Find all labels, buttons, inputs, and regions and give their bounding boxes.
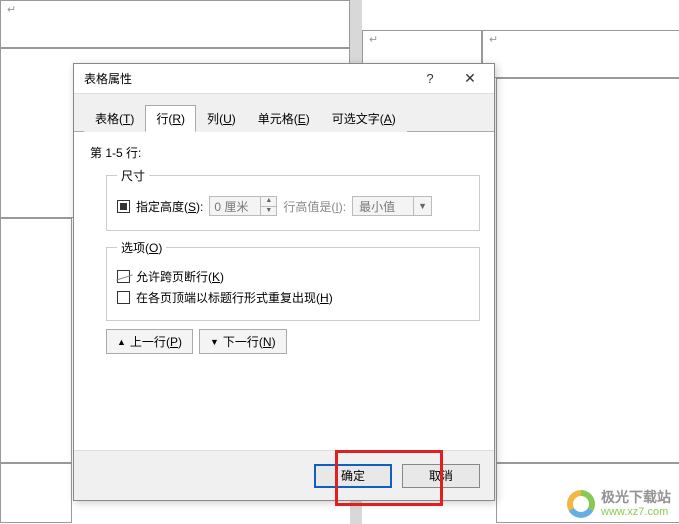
tab-row[interactable]: 行(R)	[145, 105, 196, 132]
tab-table[interactable]: 表格(T)	[84, 105, 145, 132]
tab-column[interactable]: 列(U)	[196, 105, 247, 132]
tab-cell[interactable]: 单元格(E)	[247, 105, 321, 132]
paragraph-mark: ↵	[7, 3, 16, 16]
dialog-content: 第 1-5 行: 尺寸 指定高度(S): ▲ ▼ 行高值是(I):	[74, 132, 494, 462]
repeat-header-checkbox[interactable]	[117, 291, 130, 304]
specify-height-label: 指定高度(S):	[136, 198, 203, 215]
spin-down-icon[interactable]: ▼	[261, 207, 276, 216]
spin-up-icon[interactable]: ▲	[261, 197, 276, 207]
row-height-is-label: 行高值是(I):	[283, 198, 346, 215]
help-button[interactable]: ?	[410, 65, 450, 93]
allow-break-checkbox[interactable]	[117, 270, 130, 283]
watermark: 极光下载站 www.xz7.com	[567, 490, 671, 518]
row-height-mode-value: 最小值	[353, 198, 413, 215]
paragraph-mark: ↵	[489, 33, 498, 46]
chevron-down-icon[interactable]: ▼	[413, 197, 431, 215]
triangle-down-icon: ▼	[210, 337, 219, 347]
dialog-title: 表格属性	[84, 70, 410, 87]
cancel-button[interactable]: 取消	[402, 464, 480, 488]
watermark-url: www.xz7.com	[601, 506, 671, 518]
tab-alt-text[interactable]: 可选文字(A)	[321, 105, 407, 132]
size-legend: 尺寸	[117, 167, 149, 184]
next-row-button[interactable]: ▼ 下一行(N)	[199, 329, 287, 354]
prev-row-button[interactable]: ▲ 上一行(P)	[106, 329, 193, 354]
height-spinner[interactable]: ▲ ▼	[209, 196, 277, 216]
height-input[interactable]	[210, 197, 260, 215]
size-group: 尺寸 指定高度(S): ▲ ▼ 行高值是(I): 最小值	[106, 167, 480, 231]
allow-break-label: 允许跨页断行(K)	[136, 268, 224, 285]
paragraph-mark: ↵	[369, 33, 378, 46]
dialog-tabs: 表格(T) 行(R) 列(U) 单元格(E) 可选文字(A)	[74, 94, 494, 132]
dialog-footer: 确定 取消	[74, 450, 494, 500]
specify-height-checkbox[interactable]	[117, 200, 130, 213]
triangle-up-icon: ▲	[117, 337, 126, 347]
close-button[interactable]: ✕	[450, 65, 490, 93]
dialog-titlebar[interactable]: 表格属性 ? ✕	[74, 64, 494, 94]
options-legend: 选项(O)	[117, 239, 166, 256]
watermark-logo-icon	[567, 490, 595, 518]
row-range-label: 第 1-5 行:	[90, 144, 480, 161]
ok-button[interactable]: 确定	[314, 464, 392, 488]
table-properties-dialog: 表格属性 ? ✕ 表格(T) 行(R) 列(U) 单元格(E) 可选文字(A) …	[73, 63, 495, 501]
repeat-header-label: 在各页顶端以标题行形式重复出现(H)	[136, 289, 333, 306]
options-group: 选项(O) 允许跨页断行(K) 在各页顶端以标题行形式重复出现(H)	[106, 239, 480, 321]
row-height-mode-combo[interactable]: 最小值 ▼	[352, 196, 432, 216]
watermark-name: 极光下载站	[601, 490, 671, 505]
